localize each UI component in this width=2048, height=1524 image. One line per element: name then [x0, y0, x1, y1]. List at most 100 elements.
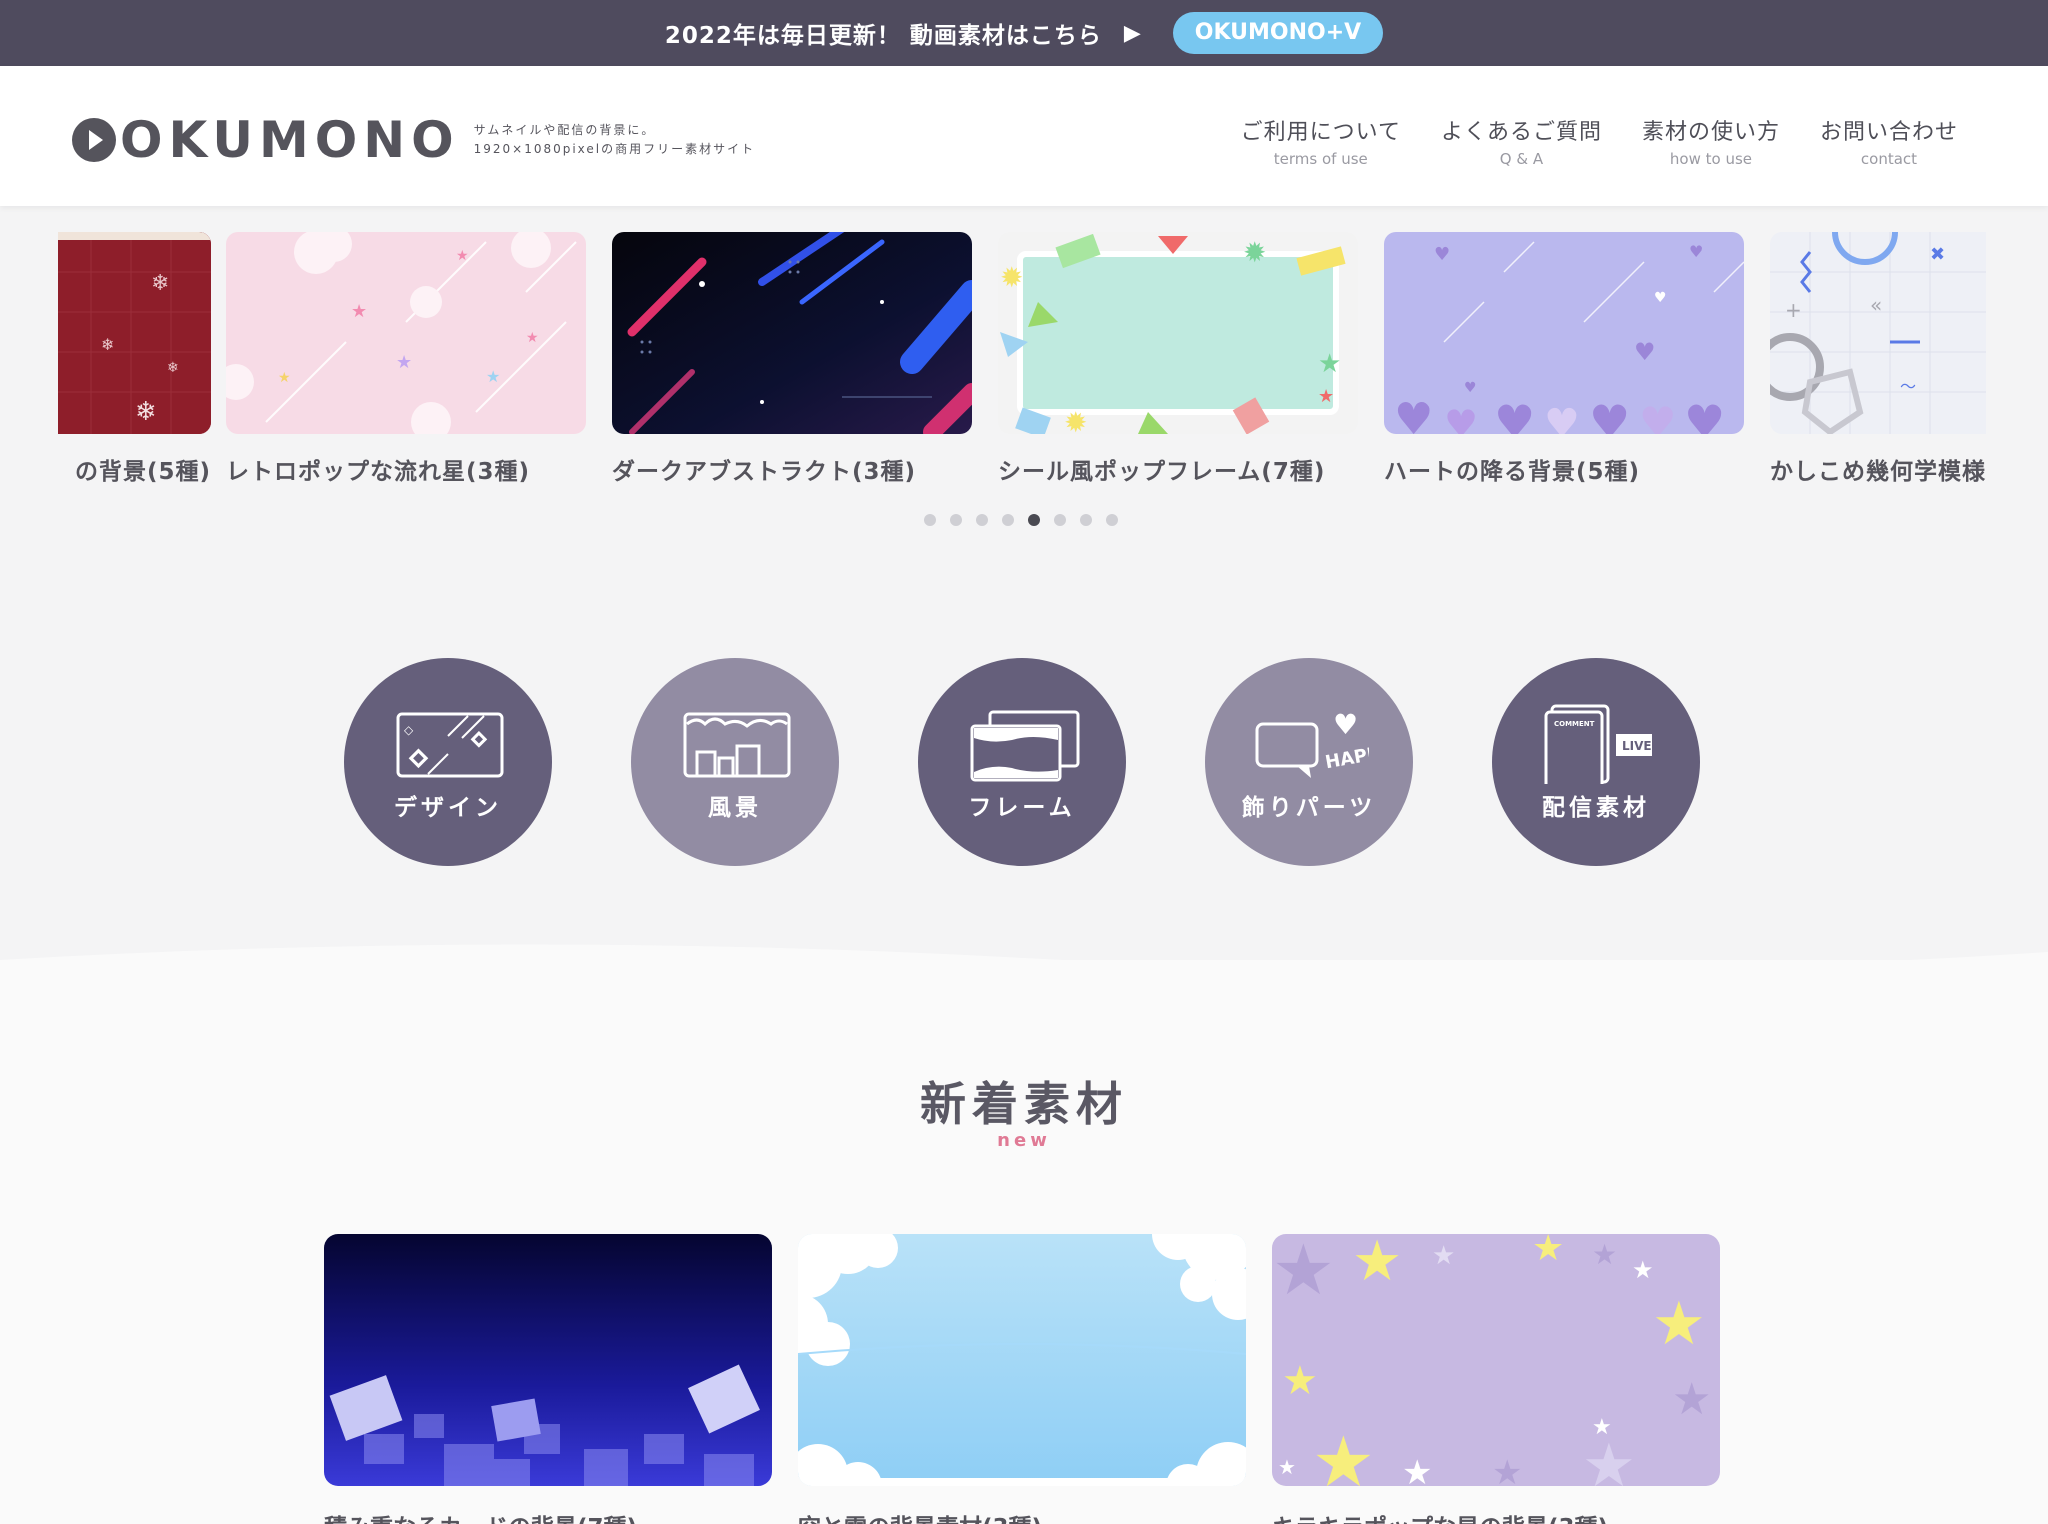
carousel-slide[interactable]: ★ ★ ★ ★ ★ ★ レトロポップな流れ星(3種) — [226, 232, 586, 486]
stream-icon: COMMENT LIVE — [1544, 704, 1652, 784]
material-card[interactable]: 積み重なるカードの背景(7種) — [324, 1234, 772, 1524]
carousel-dot[interactable] — [976, 514, 988, 526]
carousel-dot[interactable] — [1080, 514, 1092, 526]
svg-text:◇: ◇ — [472, 728, 486, 749]
banner-text[interactable]: 2022年は毎日更新！ 動画素材はこちら — [665, 16, 1102, 50]
nav-how-to-use[interactable]: 素材の使い方 how to use — [1642, 114, 1780, 168]
snowflake-pattern-image: ❄ ❄ ❄ ❄ — [58, 232, 211, 434]
main-nav: ご利用について terms of use よくあるご質問 Q & A 素材の使い… — [1241, 114, 1958, 168]
carousel-dot[interactable] — [1002, 514, 1014, 526]
carousel-dot[interactable] — [924, 514, 936, 526]
carousel-dot[interactable] — [950, 514, 962, 526]
site-logo[interactable]: OKUMONO サムネイルや配信の背景に。 1920×1080pixelの商用フ… — [72, 111, 755, 169]
carousel-slide[interactable]: ✖ « + 〜 かしこめ幾何学模様 — [1770, 232, 1986, 486]
decoration-icon: ♥ HAPPY — [1255, 708, 1369, 778]
nav-terms[interactable]: ご利用について terms of use — [1241, 114, 1401, 168]
svg-text:★: ★ — [1672, 1374, 1711, 1425]
sticker-frame-image: ✹ ✹ ★ ★ ✹ — [998, 232, 1358, 434]
new-section-subtitle: new — [997, 1130, 1051, 1151]
svg-text:♥: ♥ — [1444, 402, 1478, 434]
svg-text:★: ★ — [1272, 1234, 1335, 1311]
card-thumbnail: ★ ★ ★ ★ ★ ★ ★ ★ ★ ★ ★ ★ ★ ★ ★ — [1272, 1234, 1720, 1486]
svg-text:★: ★ — [1652, 1289, 1706, 1359]
section-wave-divider — [0, 944, 2048, 990]
slide-thumbnail: ❄ ❄ ❄ ❄ — [58, 232, 211, 434]
slide-thumbnail: ♥ ♥ ♥ ♥ ♥ ♥ ♥ ♥ ♥ ♥ ♥ ♥ — [1384, 232, 1744, 434]
category-streaming[interactable]: COMMENT LIVE 配信素材 — [1492, 658, 1700, 866]
play-arrow-icon: ▶ — [1123, 20, 1141, 46]
landscape-icon — [683, 712, 791, 778]
svg-text:★: ★ — [1402, 1453, 1432, 1486]
nav-contact[interactable]: お問い合わせ contact — [1820, 114, 1958, 168]
svg-text:+: + — [1785, 298, 1802, 322]
svg-text:★: ★ — [1592, 1238, 1617, 1271]
svg-text:★: ★ — [1532, 1234, 1564, 1269]
featured-carousel[interactable]: ❄ ❄ ❄ ❄ の背景(5種) ★ ★ ★ ★ ★ ★ レトロポップな流れ星(3… — [58, 232, 1986, 492]
category-design[interactable]: ◇ ◇ ◇ デザイン — [344, 658, 552, 866]
card-thumbnail — [798, 1234, 1246, 1486]
svg-text:★: ★ — [1318, 349, 1341, 379]
category-label: 風景 — [708, 795, 762, 821]
geometric-pattern-image: ✖ « + 〜 — [1770, 232, 1986, 434]
slide-label[interactable]: シール風ポップフレーム(7種) — [998, 452, 1358, 486]
category-label: デザイン — [394, 795, 502, 821]
top-banner[interactable]: 2022年は毎日更新！ 動画素材はこちら ▶ OKUMONO+V — [0, 0, 2048, 66]
category-label: 配信素材 — [1542, 795, 1650, 821]
svg-text:♥: ♥ — [1589, 395, 1630, 434]
carousel-slide[interactable]: ✹ ✹ ★ ★ ✹ シール風ポップフレーム(7種) — [998, 232, 1358, 486]
category-decoration[interactable]: ♥ HAPPY 飾りパーツ — [1205, 658, 1413, 866]
card-thumbnail — [324, 1234, 772, 1486]
logo-text: OKUMONO — [120, 111, 460, 169]
material-card[interactable]: ★ ★ ★ ★ ★ ★ ★ ★ ★ ★ ★ ★ ★ ★ ★ キラキラポップな星の… — [1272, 1234, 1720, 1524]
nav-how-to-use-label: 素材の使い方 — [1641, 120, 1780, 145]
category-frame[interactable]: フレーム — [918, 658, 1126, 866]
site-header: OKUMONO サムネイルや配信の背景に。 1920×1080pixelの商用フ… — [0, 66, 2048, 206]
svg-text:♥: ♥ — [1654, 290, 1667, 306]
carousel-slide[interactable]: ダークアブストラクト(3種) — [612, 232, 972, 486]
nav-faq[interactable]: よくあるご質問 Q & A — [1441, 114, 1602, 168]
svg-text:★: ★ — [1318, 386, 1334, 407]
card-label[interactable]: キラキラポップな星の背景(3種) — [1272, 1508, 1720, 1524]
svg-text:★: ★ — [351, 301, 367, 322]
category-list: ◇ ◇ ◇ デザイン 風景 フレーム ♥ HAPPY 飾りパーツ COMMENT… — [344, 658, 1700, 866]
svg-text:★: ★ — [526, 330, 539, 346]
nav-faq-sub: Q & A — [1499, 150, 1544, 168]
slide-label[interactable]: ダークアブストラクト(3種) — [612, 452, 972, 486]
category-landscape[interactable]: 風景 — [631, 658, 839, 866]
carousel-slide[interactable]: ❄ ❄ ❄ ❄ の背景(5種) — [58, 232, 211, 486]
design-icon: ◇ ◇ ◇ — [396, 712, 504, 778]
svg-text:★: ★ — [1278, 1455, 1296, 1479]
svg-text:♥: ♥ — [1333, 708, 1358, 741]
carousel-dot-active[interactable] — [1028, 514, 1040, 526]
svg-text:★: ★ — [1492, 1453, 1522, 1486]
frame-icon — [970, 710, 1080, 782]
material-card[interactable]: 空と雲の背景素材(3種) — [798, 1234, 1246, 1524]
new-materials-list: 積み重なるカードの背景(7種) — [324, 1234, 1720, 1524]
slide-label[interactable]: かしこめ幾何学模様 — [1770, 452, 1986, 486]
sky-clouds-image — [798, 1234, 1246, 1486]
svg-text:◇: ◇ — [404, 723, 414, 737]
svg-text:★: ★ — [1432, 1241, 1455, 1271]
svg-text:★: ★ — [456, 248, 469, 264]
svg-text:✹: ✹ — [1064, 406, 1087, 434]
nav-contact-sub: contact — [1860, 150, 1918, 168]
carousel-dot[interactable] — [1054, 514, 1066, 526]
slide-label[interactable]: の背景(5種) — [58, 452, 211, 486]
card-label[interactable]: 空と雲の背景素材(3種) — [798, 1508, 1246, 1524]
carousel-slide[interactable]: ♥ ♥ ♥ ♥ ♥ ♥ ♥ ♥ ♥ ♥ ♥ ♥ ハートの降る背景(5種) — [1384, 232, 1744, 486]
card-label[interactable]: 積み重なるカードの背景(7種) — [324, 1508, 772, 1524]
svg-text:★: ★ — [1352, 1234, 1402, 1294]
slide-label[interactable]: レトロポップな流れ星(3種) — [226, 452, 586, 486]
slide-thumbnail — [612, 232, 972, 434]
slide-thumbnail: ★ ★ ★ ★ ★ ★ — [226, 232, 586, 434]
svg-text:«: « — [1870, 293, 1882, 317]
okumono-v-button[interactable]: OKUMONO+V — [1172, 12, 1384, 54]
svg-text:♥: ♥ — [1434, 244, 1450, 265]
slide-label[interactable]: ハートの降る背景(5種) — [1384, 452, 1744, 486]
carousel-dot[interactable] — [1106, 514, 1118, 526]
nav-faq-label: よくあるご質問 — [1440, 120, 1602, 145]
svg-text:〜: 〜 — [1900, 377, 1916, 396]
svg-text:♥: ♥ — [1544, 401, 1580, 434]
svg-text:♥: ♥ — [1684, 395, 1725, 434]
slide-thumbnail: ✖ « + 〜 — [1770, 232, 1986, 434]
